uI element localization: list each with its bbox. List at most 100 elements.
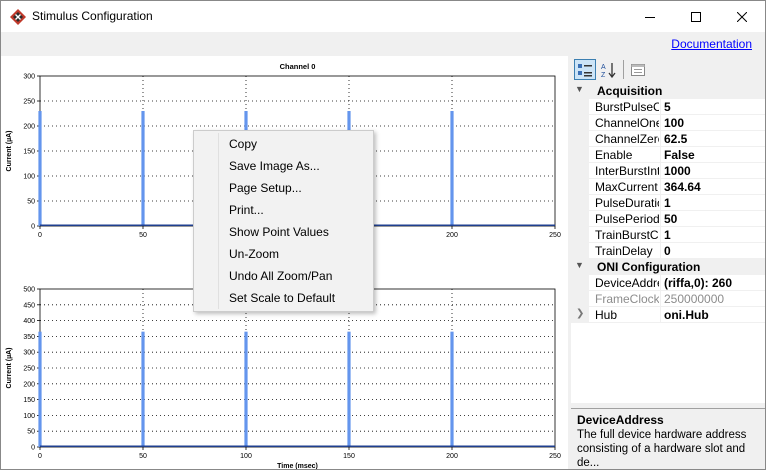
stimulus-pulse-bar — [141, 331, 145, 447]
column-divider[interactable] — [660, 307, 661, 323]
column-divider[interactable] — [660, 195, 661, 211]
window-title: Stimulus Configuration — [32, 9, 153, 23]
property-value[interactable]: 5 — [664, 100, 764, 114]
x-tick-label: 100 — [240, 453, 252, 460]
property-value[interactable]: 100 — [664, 116, 764, 130]
y-tick-label: 300 — [23, 74, 35, 81]
property-name: DeviceAddre — [595, 276, 659, 290]
x-tick-label: 250 — [549, 453, 561, 460]
property-name: ChannelOne( — [595, 116, 659, 130]
menu-item-print[interactable]: Print... — [196, 199, 371, 221]
chart-title: Channel 0 — [280, 62, 316, 71]
category-label: ONI Configuration — [597, 260, 701, 274]
property-value[interactable]: (riffa,0): 260 — [664, 276, 764, 290]
property-row-pulse-duration[interactable]: PulseDuratio 1 — [571, 195, 765, 211]
row-gutter — [571, 99, 589, 115]
property-row-channel-zero[interactable]: ChannelZero 62.5 — [571, 131, 765, 147]
y-tick-label: 250 — [23, 366, 35, 373]
maximize-button[interactable] — [673, 1, 719, 32]
property-value[interactable]: False — [664, 148, 764, 162]
y-tick-label: 50 — [27, 429, 35, 436]
column-divider[interactable] — [660, 211, 661, 227]
menu-item-save-image-as[interactable]: Save Image As... — [196, 155, 371, 177]
y-tick-label: 150 — [23, 397, 35, 404]
y-tick-label: 500 — [23, 287, 35, 294]
expand-icon[interactable]: ❯ — [576, 308, 584, 319]
row-gutter — [571, 243, 589, 259]
stimulus-pulse-bar — [141, 111, 145, 226]
menu-item-un-zoom[interactable]: Un-Zoom — [196, 243, 371, 265]
row-gutter — [571, 147, 589, 163]
row-gutter — [571, 179, 589, 195]
property-value: 250000000 — [664, 292, 725, 306]
y-axis-label: Current (µA) — [6, 131, 13, 172]
category-acquisition[interactable]: ▼ Acquisition — [571, 83, 765, 99]
minimize-button[interactable] — [627, 1, 673, 32]
x-tick-label: 200 — [446, 232, 458, 239]
column-divider[interactable] — [660, 227, 661, 243]
property-name: TrainBurstCo — [595, 228, 659, 242]
property-row-enable[interactable]: Enable False — [571, 147, 765, 163]
documentation-link[interactable]: Documentation — [671, 37, 752, 51]
property-row-pulse-period[interactable]: PulsePeriod 50 — [571, 211, 765, 227]
menu-item-show-point-values[interactable]: Show Point Values — [196, 221, 371, 243]
property-toolbar: A Z — [571, 56, 765, 83]
y-axis-label: Current (µA) — [6, 348, 13, 389]
alphabetical-button[interactable]: A Z — [598, 59, 620, 80]
column-divider[interactable] — [660, 163, 661, 179]
y-tick-label: 100 — [23, 413, 35, 420]
property-name: FrameClock — [595, 292, 659, 306]
property-value[interactable]: oni.Hub — [664, 308, 764, 322]
column-divider[interactable] — [660, 243, 661, 259]
categorized-button[interactable] — [574, 59, 596, 80]
description-title: DeviceAddress — [577, 413, 664, 427]
column-divider[interactable] — [660, 179, 661, 195]
property-name: TrainDelay — [595, 244, 653, 258]
property-row-frame-clock[interactable]: FrameClock 250000000 — [571, 291, 765, 307]
property-row-inter-burst-interval[interactable]: InterBurstInte 1000 — [571, 163, 765, 179]
property-value[interactable]: 1000 — [664, 164, 764, 178]
menu-item-set-scale-to-default[interactable]: Set Scale to Default — [196, 287, 371, 309]
property-row-train-delay[interactable]: TrainDelay 0 — [571, 243, 765, 259]
property-pages-button[interactable] — [627, 59, 649, 80]
menu-item-undo-all-zoom-pan[interactable]: Undo All Zoom/Pan — [196, 265, 371, 287]
property-value[interactable]: 62.5 — [664, 132, 764, 146]
property-value[interactable]: 364.64 — [664, 180, 764, 194]
x-tick-label: 0 — [38, 232, 42, 239]
svg-text:Z: Z — [601, 72, 606, 78]
property-row-device-address[interactable]: DeviceAddre (riffa,0): 260 — [571, 275, 765, 291]
property-panel: A Z ▼ Acquisition BurstPulse 5 ChannelOn… — [571, 56, 765, 469]
column-divider[interactable] — [660, 131, 661, 147]
column-divider[interactable] — [660, 291, 661, 307]
property-value[interactable]: 50 — [664, 212, 764, 226]
property-name: ChannelZero — [595, 132, 659, 146]
toolbar-separator — [623, 60, 624, 79]
collapse-icon[interactable]: ▼ — [575, 84, 584, 94]
property-value[interactable]: 1 — [664, 228, 764, 242]
column-divider[interactable] — [660, 147, 661, 163]
plot-area — [39, 288, 556, 448]
menu-item-label: Show Point Values — [229, 225, 329, 239]
category-label: Acquisition — [597, 84, 663, 98]
property-value[interactable]: 0 — [664, 244, 764, 258]
column-divider[interactable] — [660, 275, 661, 291]
close-button[interactable] — [719, 1, 765, 32]
link-bar: Documentation — [1, 32, 765, 56]
column-divider[interactable] — [660, 115, 661, 131]
row-gutter — [571, 115, 589, 131]
collapse-icon[interactable]: ▼ — [575, 260, 584, 270]
property-row-train-burst-count[interactable]: TrainBurstCo 1 — [571, 227, 765, 243]
column-divider[interactable] — [660, 99, 661, 115]
property-row-max-current[interactable]: MaxCurrent 364.64 — [571, 179, 765, 195]
category-oni-configuration[interactable]: ▼ ONI Configuration — [571, 259, 765, 275]
property-row-burst-pulse-count[interactable]: BurstPulseCo 5 — [571, 99, 765, 115]
property-row-hub[interactable]: ❯ Hub oni.Hub — [571, 307, 765, 323]
property-value[interactable]: 1 — [664, 196, 764, 210]
property-row-channel-one[interactable]: ChannelOne( 100 — [571, 115, 765, 131]
plot-context-menu: Copy Save Image As... Page Setup... Prin… — [193, 130, 374, 312]
menu-item-copy[interactable]: Copy — [196, 133, 371, 155]
y-tick-label: 350 — [23, 334, 35, 341]
close-icon — [737, 11, 747, 22]
property-grid[interactable]: ▼ Acquisition BurstPulseCo 5 ChannelOne( 1… — [571, 83, 765, 403]
menu-item-page-setup[interactable]: Page Setup... — [196, 177, 371, 199]
